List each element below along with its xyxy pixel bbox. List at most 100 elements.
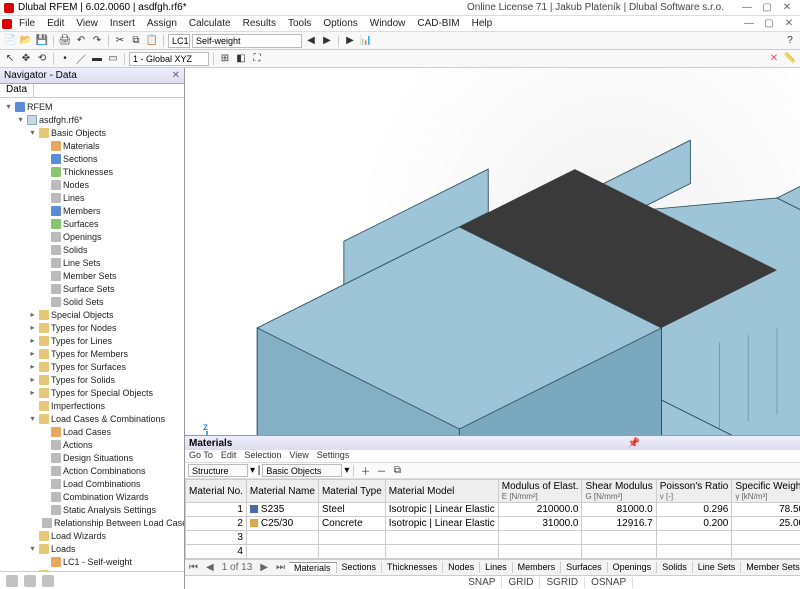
mat-tab[interactable]: Member Sets xyxy=(741,562,800,573)
materials-grid[interactable]: Material No.Material NameMaterial TypeMa… xyxy=(185,479,800,559)
table-row[interactable]: 4 xyxy=(186,545,800,559)
tree-node[interactable]: ▾Loads xyxy=(0,542,184,555)
tree-node[interactable]: Sections xyxy=(0,152,184,165)
menu-view[interactable]: View xyxy=(71,18,103,29)
tree-node[interactable]: ▸Types for Lines xyxy=(0,334,184,347)
cut-icon[interactable]: ✂ xyxy=(113,34,127,48)
menu-assign[interactable]: Assign xyxy=(142,18,182,29)
line-icon[interactable]: ／ xyxy=(74,52,88,66)
nav-footer-icon-1[interactable] xyxy=(6,575,18,587)
status-grid[interactable]: GRID xyxy=(502,577,540,588)
tree-node[interactable]: ▸Types for Surfaces xyxy=(0,360,184,373)
status-osnap[interactable]: OSNAP xyxy=(585,577,633,588)
table-row[interactable]: 3 xyxy=(186,531,800,545)
tree-node[interactable]: ▸Special Objects xyxy=(0,308,184,321)
tree-node[interactable]: LC1 - Self-weight xyxy=(0,555,184,568)
mdi-max-button[interactable]: ▢ xyxy=(760,18,778,30)
mat-tab[interactable]: Thicknesses xyxy=(382,562,443,573)
node-icon[interactable]: • xyxy=(58,52,72,66)
navigator-tree[interactable]: ▾RFEM▾asdfgh.rf6*▾Basic ObjectsMaterials… xyxy=(0,98,184,571)
select-icon[interactable]: ↖ xyxy=(3,52,17,66)
mat-tab[interactable]: Line Sets xyxy=(693,562,742,573)
mat-tab[interactable]: Nodes xyxy=(443,562,480,573)
tree-node[interactable]: ▸Types for Special Objects xyxy=(0,386,184,399)
tree-node[interactable]: Solids xyxy=(0,243,184,256)
menu-options[interactable]: Options xyxy=(318,18,362,29)
tree-node[interactable]: ▸Types for Members xyxy=(0,347,184,360)
tree-node[interactable]: Members xyxy=(0,204,184,217)
menu-help[interactable]: Help xyxy=(467,18,498,29)
mat-del-icon[interactable]: － xyxy=(374,464,388,478)
lc-prev-icon[interactable]: ◀ xyxy=(304,34,318,48)
tree-node[interactable]: ▾Basic Objects xyxy=(0,126,184,139)
menu-tools[interactable]: Tools xyxy=(283,18,316,29)
view-iso-icon[interactable]: ◧ xyxy=(234,52,248,66)
mat-copy-icon[interactable]: ⧉ xyxy=(390,464,404,478)
mat-tab[interactable]: Openings xyxy=(608,562,658,573)
tree-node[interactable]: Solid Sets xyxy=(0,295,184,308)
view-xy-icon[interactable]: ⊞ xyxy=(218,52,232,66)
rotate-icon[interactable]: ⟲ xyxy=(35,52,49,66)
table-row[interactable]: 2C25/30ConcreteIsotropic | Linear Elasti… xyxy=(186,517,800,531)
viewport-3d[interactable]: ✕ xyxy=(185,68,800,435)
tree-node[interactable]: Actions xyxy=(0,438,184,451)
paste-icon[interactable]: 📋 xyxy=(145,34,159,48)
tree-node[interactable]: Relationship Between Load Cases xyxy=(0,516,184,529)
delete-icon[interactable]: ✕ xyxy=(767,52,781,66)
calc-icon[interactable]: ▶ xyxy=(343,34,357,48)
menu-insert[interactable]: Insert xyxy=(105,18,140,29)
tree-node[interactable]: ▾Load Cases & Combinations xyxy=(0,412,184,425)
nav-footer-icon-2[interactable] xyxy=(24,575,36,587)
tree-node[interactable]: Load Cases xyxy=(0,425,184,438)
tree-node[interactable]: Lines xyxy=(0,191,184,204)
mat-menu-selection[interactable]: Selection xyxy=(244,450,281,462)
mat-page-last-icon[interactable]: ⏭ xyxy=(272,562,289,573)
tree-node[interactable]: Materials xyxy=(0,139,184,152)
menu-calculate[interactable]: Calculate xyxy=(184,18,236,29)
mat-page-first-icon[interactable]: ⏮ xyxy=(185,562,202,573)
surface-icon[interactable]: ▭ xyxy=(106,52,120,66)
menu-window[interactable]: Window xyxy=(365,18,411,29)
navigator-tab-data[interactable]: Data xyxy=(0,84,34,97)
maximize-button[interactable]: ▢ xyxy=(758,2,776,14)
menu-results[interactable]: Results xyxy=(238,18,281,29)
mat-menu-settings[interactable]: Settings xyxy=(317,450,350,462)
tree-node[interactable]: Line Sets xyxy=(0,256,184,269)
tree-node[interactable]: Surfaces xyxy=(0,217,184,230)
tree-node[interactable]: Surface Sets xyxy=(0,282,184,295)
tree-node[interactable]: Load Wizards xyxy=(0,529,184,542)
mat-page-prev-icon[interactable]: ◀ xyxy=(202,562,218,573)
tree-node[interactable]: Member Sets xyxy=(0,269,184,282)
mat-group-dd-icon[interactable]: ▾ xyxy=(344,465,349,476)
menu-edit[interactable]: Edit xyxy=(42,18,69,29)
mat-tab[interactable]: Surfaces xyxy=(561,562,608,573)
materials-panel-pin-icon[interactable]: 📌 xyxy=(627,438,639,449)
mdi-close-button[interactable]: ✕ xyxy=(780,18,798,30)
tree-node[interactable]: Design Situations xyxy=(0,451,184,464)
mat-tab[interactable]: Members xyxy=(513,562,562,573)
mat-tab[interactable]: Solids xyxy=(657,562,693,573)
mat-menu-goto[interactable]: Go To xyxy=(189,450,213,462)
loadcase-code-field[interactable]: LC1 xyxy=(168,34,190,48)
mdi-min-button[interactable]: — xyxy=(740,18,758,30)
tree-node[interactable]: Openings xyxy=(0,230,184,243)
help-icon[interactable]: ? xyxy=(783,34,797,48)
tree-node[interactable]: Static Analysis Settings xyxy=(0,503,184,516)
mat-structure-field[interactable]: Structure xyxy=(188,464,248,477)
mat-page-next-icon[interactable]: ▶ xyxy=(256,562,272,573)
tree-node[interactable]: ▾RFEM xyxy=(0,100,184,113)
results-icon[interactable]: 📊 xyxy=(359,34,373,48)
tree-node[interactable]: Imperfections xyxy=(0,399,184,412)
minimize-button[interactable]: — xyxy=(738,2,756,14)
status-sgrid[interactable]: SGRID xyxy=(540,577,585,588)
tree-node[interactable]: Nodes xyxy=(0,178,184,191)
redo-icon[interactable]: ↷ xyxy=(90,34,104,48)
mat-group-field[interactable]: Basic Objects xyxy=(262,464,342,477)
undo-icon[interactable]: ↶ xyxy=(74,34,88,48)
mat-tab[interactable]: Lines xyxy=(480,562,513,573)
move-icon[interactable]: ✥ xyxy=(19,52,33,66)
coordsys-field[interactable]: 1 - Global XYZ xyxy=(129,52,209,66)
menu-file[interactable]: File xyxy=(14,18,40,29)
table-row[interactable]: 1S235SteelIsotropic | Linear Elastic2100… xyxy=(186,503,800,517)
copy-icon[interactable]: ⧉ xyxy=(129,34,143,48)
